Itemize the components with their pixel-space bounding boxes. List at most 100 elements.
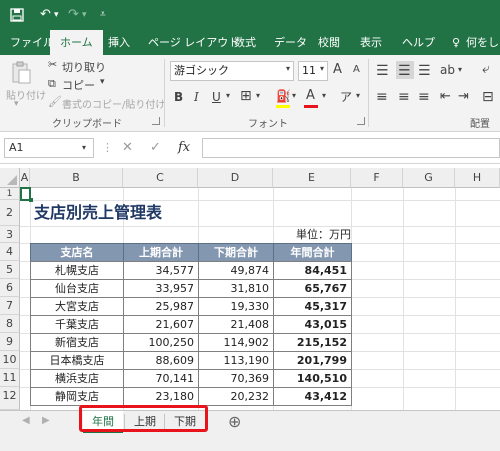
cell-branch[interactable]: 静岡支店 bbox=[30, 387, 124, 406]
cell-branch[interactable]: 仙台支店 bbox=[30, 279, 124, 298]
cell-first-half[interactable]: 70,141 bbox=[123, 369, 199, 388]
add-sheet-icon[interactable]: ⊕ bbox=[228, 412, 241, 431]
tab-formulas[interactable]: 数式 bbox=[234, 30, 256, 55]
row-header-6[interactable]: 6 bbox=[0, 279, 20, 297]
cell-branch[interactable]: 新宿支店 bbox=[30, 333, 124, 352]
cell-second-half[interactable]: 31,810 bbox=[198, 279, 274, 298]
column-header-g[interactable]: G bbox=[403, 168, 455, 188]
tab-file[interactable]: ファイル bbox=[10, 30, 54, 55]
tell-me-icon[interactable]: ♀ bbox=[452, 30, 460, 55]
scroll-left-icon[interactable]: ◀ bbox=[22, 415, 30, 426]
phonetic-icon[interactable]: ア bbox=[340, 88, 352, 105]
format-painter-icon[interactable]: 🖌 bbox=[48, 95, 62, 108]
row-header-7[interactable]: 7 bbox=[0, 297, 20, 315]
row-header-11[interactable]: 11 bbox=[0, 369, 20, 387]
formula-bar-resize-icon[interactable]: ⋮ bbox=[102, 141, 113, 154]
font-color-dropdown-icon[interactable]: ▾ bbox=[322, 91, 326, 100]
cell-second-half[interactable]: 70,369 bbox=[198, 369, 274, 388]
clipboard-launcher-icon[interactable] bbox=[152, 117, 160, 125]
cell-annual[interactable]: 43,015 bbox=[273, 315, 352, 334]
cell-annual[interactable]: 65,767 bbox=[273, 279, 352, 298]
row-header-4[interactable]: 4 bbox=[0, 243, 20, 261]
redo-dropdown-icon[interactable]: ▾ bbox=[82, 0, 87, 30]
wrap-text-icon[interactable]: ⤶ bbox=[482, 61, 490, 77]
tab-home[interactable]: ホーム bbox=[50, 30, 103, 55]
name-box-dropdown-icon[interactable]: ▾ bbox=[82, 143, 86, 152]
decrease-indent-icon[interactable]: ⇤ bbox=[440, 89, 451, 104]
header-first-half[interactable]: 上期合計 bbox=[123, 243, 199, 262]
paste-icon[interactable] bbox=[10, 61, 32, 88]
column-header-a[interactable]: A bbox=[20, 168, 30, 188]
font-size-dropdown-icon[interactable]: ▾ bbox=[320, 64, 324, 73]
cell-second-half[interactable]: 114,902 bbox=[198, 333, 274, 352]
cell-annual[interactable]: 45,317 bbox=[273, 297, 352, 316]
cell-branch[interactable]: 横浜支店 bbox=[30, 369, 124, 388]
orientation-icon[interactable]: ab bbox=[440, 63, 455, 77]
copy-dropdown-icon[interactable]: ▾ bbox=[100, 77, 105, 87]
insert-function-icon[interactable]: fx bbox=[178, 138, 190, 158]
row-header-1[interactable]: 1 bbox=[0, 188, 20, 200]
column-header-c[interactable]: C bbox=[123, 168, 198, 188]
fill-color-icon[interactable]: ⛽ bbox=[276, 89, 291, 103]
cell-second-half[interactable]: 19,330 bbox=[198, 297, 274, 316]
tab-tell-me[interactable]: 何をしま bbox=[466, 30, 500, 55]
font-launcher-icon[interactable] bbox=[357, 117, 365, 125]
tab-insert[interactable]: 挿入 bbox=[108, 30, 130, 55]
header-second-half[interactable]: 下期合計 bbox=[198, 243, 274, 262]
italic-button[interactable]: I bbox=[194, 90, 199, 104]
borders-dropdown-icon[interactable]: ▾ bbox=[256, 91, 260, 100]
fill-handle[interactable] bbox=[29, 198, 33, 202]
cell-second-half[interactable]: 21,408 bbox=[198, 315, 274, 334]
cell-annual[interactable]: 201,799 bbox=[273, 351, 352, 370]
unit-label[interactable]: 単位：万円 bbox=[273, 227, 351, 243]
cell-branch[interactable]: 大宮支店 bbox=[30, 297, 124, 316]
sheet-title[interactable]: 支店別売上管理表 bbox=[34, 201, 162, 225]
cell-first-half[interactable]: 21,607 bbox=[123, 315, 199, 334]
orientation-dropdown-icon[interactable]: ▾ bbox=[458, 65, 462, 74]
underline-dropdown-icon[interactable]: ▾ bbox=[226, 91, 230, 100]
cell-branch[interactable]: 千葉支店 bbox=[30, 315, 124, 334]
cell-branch[interactable]: 日本橋支店 bbox=[30, 351, 124, 370]
row-header-3[interactable]: 3 bbox=[0, 226, 20, 243]
tab-view[interactable]: 表示 bbox=[360, 30, 382, 55]
merge-center-icon[interactable]: ⊟ bbox=[482, 89, 494, 105]
tab-help[interactable]: ヘルプ bbox=[402, 30, 435, 55]
copy-icon[interactable]: ⧉ bbox=[48, 77, 56, 91]
redo-icon[interactable]: ↷ bbox=[68, 0, 79, 30]
cut-icon[interactable]: ✂ bbox=[48, 58, 57, 71]
cell-first-half[interactable]: 23,180 bbox=[123, 387, 199, 406]
scroll-right-icon[interactable]: ▶ bbox=[42, 415, 50, 426]
column-header-d[interactable]: D bbox=[198, 168, 273, 188]
paste-dropdown-icon[interactable]: ▾ bbox=[14, 99, 19, 109]
cell-annual[interactable]: 43,412 bbox=[273, 387, 352, 406]
align-center-icon[interactable]: ≡ bbox=[398, 89, 410, 105]
cell-second-half[interactable]: 113,190 bbox=[198, 351, 274, 370]
align-right-icon[interactable]: ≡ bbox=[418, 89, 430, 105]
cell-first-half[interactable]: 88,609 bbox=[123, 351, 199, 370]
column-header-b[interactable]: B bbox=[30, 168, 123, 188]
cell-annual[interactable]: 84,451 bbox=[273, 261, 352, 280]
format-painter-button[interactable]: 書式のコピー/貼り付け bbox=[62, 96, 165, 111]
row-header-2[interactable]: 2 bbox=[0, 200, 20, 226]
row-header-12[interactable]: 12 bbox=[0, 387, 20, 410]
align-left-icon[interactable]: ≡ bbox=[376, 89, 388, 105]
paste-button[interactable]: 貼り付け bbox=[6, 87, 46, 102]
column-header-h[interactable]: H bbox=[455, 168, 500, 188]
tab-page-layout[interactable]: ページ レイアウト bbox=[148, 30, 239, 55]
row-header-5[interactable]: 5 bbox=[0, 261, 20, 279]
underline-button[interactable]: U bbox=[212, 90, 221, 104]
cell-first-half[interactable]: 33,957 bbox=[123, 279, 199, 298]
header-annual[interactable]: 年間合計 bbox=[273, 243, 352, 262]
cell-second-half[interactable]: 49,874 bbox=[198, 261, 274, 280]
cancel-icon[interactable]: ✕ bbox=[122, 138, 133, 158]
header-branch[interactable]: 支店名 bbox=[30, 243, 124, 262]
cell-first-half[interactable]: 34,577 bbox=[123, 261, 199, 280]
font-name-select[interactable]: 游ゴシック bbox=[170, 61, 294, 81]
undo-icon[interactable]: ↶ bbox=[40, 0, 51, 30]
align-top-icon[interactable]: ☰ bbox=[376, 63, 389, 79]
save-icon[interactable] bbox=[10, 0, 24, 30]
phonetic-dropdown-icon[interactable]: ▾ bbox=[356, 91, 360, 100]
font-color-icon[interactable]: A bbox=[306, 88, 315, 103]
cell-first-half[interactable]: 25,987 bbox=[123, 297, 199, 316]
row-header-9[interactable]: 9 bbox=[0, 333, 20, 351]
